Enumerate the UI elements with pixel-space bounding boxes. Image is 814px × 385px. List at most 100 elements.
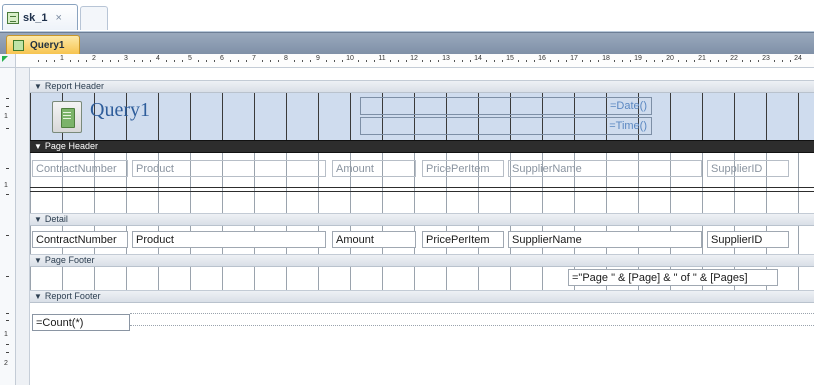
ruler-number: 21 xyxy=(698,55,706,62)
label-supplier-name[interactable]: SupplierName xyxy=(508,160,702,177)
ruler-tick xyxy=(334,60,335,62)
ruler-tick xyxy=(118,60,119,62)
ruler-tick xyxy=(662,60,663,62)
ruler-tick xyxy=(470,60,471,62)
ruler-tick xyxy=(86,60,87,62)
ruler-tick xyxy=(326,60,327,62)
count-textbox[interactable]: =Count(*) xyxy=(32,314,130,331)
ruler-tick xyxy=(230,60,231,62)
field-supplier-name[interactable]: SupplierName xyxy=(508,231,702,248)
section-bar-detail[interactable]: ▼ Detail xyxy=(30,213,814,226)
ruler-tick xyxy=(526,60,527,62)
vertical-ruler[interactable]: 1 1 1 2 xyxy=(0,68,16,385)
ruler-tick xyxy=(142,60,143,62)
ruler-tick xyxy=(750,60,751,62)
ruler-number: 14 xyxy=(474,55,482,62)
ruler-tick xyxy=(686,60,687,62)
report-design-window: sk_1 × Query1 1 2 3 4 5 6 7 8 9 10 11 12 13 14 15 16 17 1… xyxy=(0,0,814,385)
dotted-grid-line xyxy=(130,313,814,314)
ruler-tick xyxy=(6,313,9,314)
ruler-number: 24 xyxy=(794,55,802,62)
ruler-tick xyxy=(78,60,79,62)
separator-line[interactable] xyxy=(30,187,814,188)
section-bar-page-footer[interactable]: ▼ Page Footer xyxy=(30,254,814,267)
ruler-number: 2 xyxy=(92,55,96,62)
ruler-tick xyxy=(366,60,367,62)
label-supplier-id[interactable]: SupplierID xyxy=(707,160,789,177)
ruler-number: 1 xyxy=(4,113,8,120)
ruler-tick xyxy=(174,60,175,62)
ruler-number: 18 xyxy=(602,55,610,62)
ruler-tick xyxy=(550,60,551,62)
ruler-tick xyxy=(302,60,303,62)
ruler-tick xyxy=(38,60,39,62)
detail-area[interactable]: ContractNumber Product Amount PricePerIt… xyxy=(30,226,814,254)
ruler-tick xyxy=(742,60,743,62)
label-amount[interactable]: Amount xyxy=(332,160,416,177)
page-footer-area[interactable]: ="Page " & [Page] & " of " & [Pages] xyxy=(30,267,814,290)
ruler-tick xyxy=(718,60,719,62)
ruler-tick xyxy=(406,60,407,62)
ruler-tick xyxy=(494,60,495,62)
ruler-tick xyxy=(6,106,9,107)
object-tab-query1[interactable]: Query1 xyxy=(6,35,80,55)
field-contract-number[interactable]: ContractNumber xyxy=(32,231,128,248)
page-header-area[interactable]: ContractNumber Product Amount PricePerIt… xyxy=(30,153,814,213)
ruler-tick xyxy=(6,352,9,353)
ruler-tick xyxy=(782,60,783,62)
report-selector[interactable] xyxy=(0,54,16,68)
ruler-tick xyxy=(462,60,463,62)
section-arrow-icon: ▼ xyxy=(34,82,42,91)
ruler-number: 3 xyxy=(124,55,128,62)
label-price-per-item[interactable]: PricePerItem xyxy=(422,160,504,177)
ruler-tick xyxy=(238,60,239,62)
section-bar-page-header[interactable]: ▼ Page Header xyxy=(30,140,814,153)
ruler-tick xyxy=(390,60,391,62)
ruler-tick xyxy=(70,60,71,62)
ruler-tick xyxy=(102,60,103,62)
ruler-tick xyxy=(110,60,111,62)
field-amount[interactable]: Amount xyxy=(332,231,416,248)
ruler-number: 20 xyxy=(666,55,674,62)
doc-tab-label: sk_1 xyxy=(23,11,48,24)
report-footer-area[interactable]: =Count(*) xyxy=(30,303,814,335)
label-contract-number[interactable]: ContractNumber xyxy=(32,160,128,177)
logo-image[interactable] xyxy=(52,101,82,133)
ruler-number: 7 xyxy=(252,55,256,62)
ruler-tick xyxy=(558,60,559,62)
field-supplier-id[interactable]: SupplierID xyxy=(707,231,789,248)
ruler-tick xyxy=(182,60,183,62)
section-label: Report Footer xyxy=(44,291,101,301)
ruler-tick xyxy=(566,60,567,62)
close-icon[interactable]: × xyxy=(55,12,61,24)
ruler-tick xyxy=(646,60,647,62)
ruler-number: 17 xyxy=(570,55,578,62)
ruler-tick xyxy=(198,60,199,62)
page-number-textbox[interactable]: ="Page " & [Page] & " of " & [Pages] xyxy=(568,269,778,286)
field-price-per-item[interactable]: PricePerItem xyxy=(422,231,504,248)
report-title[interactable]: Query1 xyxy=(90,99,150,122)
ruler-number: 16 xyxy=(538,55,546,62)
ruler-tick xyxy=(422,60,423,62)
report-header-area[interactable]: Query1 =Date() =Time() xyxy=(30,93,814,140)
field-product[interactable]: Product xyxy=(132,231,326,248)
label-product[interactable]: Product xyxy=(132,160,326,177)
ruler-tick xyxy=(726,60,727,62)
new-tab-button[interactable] xyxy=(80,6,108,30)
ruler-tick xyxy=(430,60,431,62)
section-bar-report-header[interactable]: ▼ Report Header xyxy=(30,80,814,93)
ruler-tick xyxy=(518,60,519,62)
ruler-tick xyxy=(590,60,591,62)
ruler-tick xyxy=(214,60,215,62)
section-selector-column xyxy=(16,68,30,385)
ruler-tick xyxy=(630,60,631,62)
ruler-number: 8 xyxy=(284,55,288,62)
ruler-number: 13 xyxy=(442,55,450,62)
horizontal-ruler[interactable]: 1 2 3 4 5 6 7 8 9 10 11 12 13 14 15 16 17 18 19 20 21 22 23 24 xyxy=(16,54,814,68)
separator-line[interactable] xyxy=(30,191,814,192)
doc-tab-sk1[interactable]: sk_1 × xyxy=(2,4,78,30)
section-bar-report-footer[interactable]: ▼ Report Footer xyxy=(30,290,814,303)
date-expression: =Date() xyxy=(610,100,647,112)
ruler-tick xyxy=(246,60,247,62)
ruler-tick xyxy=(758,60,759,62)
